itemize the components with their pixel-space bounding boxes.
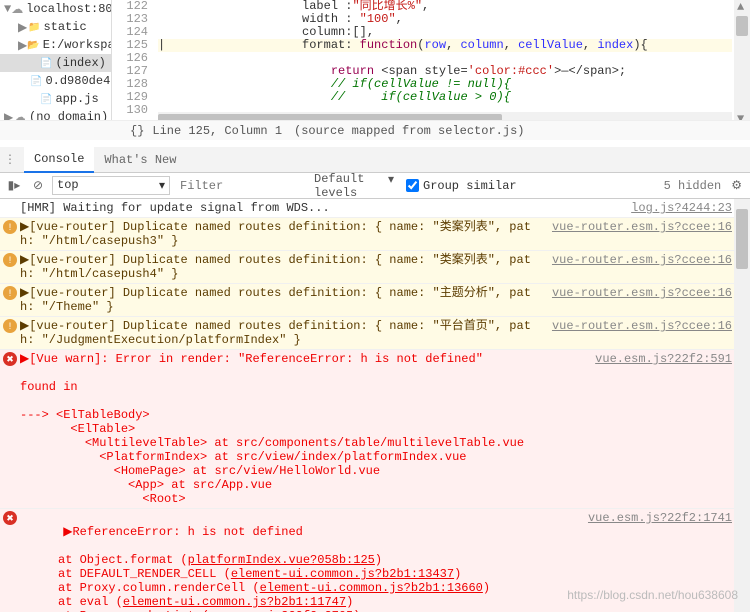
log-source-link[interactable]: vue-router.esm.js?ccee:16 (552, 253, 732, 281)
levels-label: Default levels (314, 172, 388, 200)
log-message: ▶ReferenceError: h is not defined at Obj… (20, 511, 580, 612)
warning-icon: ! (3, 253, 17, 267)
chevron-down-icon: ▾ (388, 172, 394, 200)
tree-root-label: localhost:809 (26, 2, 112, 16)
tree-item[interactable]: (index) (0, 54, 111, 72)
context-label: top (57, 178, 79, 193)
log-source-link[interactable]: log.js?4244:23 (631, 201, 732, 215)
chevron-down-icon: ▾ (159, 178, 165, 193)
log-source-link[interactable]: vue-router.esm.js?ccee:16 (552, 286, 732, 314)
log-message: ▶[vue-router] Duplicate named routes def… (20, 319, 544, 347)
code-editor[interactable]: 122123124125126127128129130 label :"同比增长… (112, 0, 750, 126)
log-source-link[interactable]: vue.esm.js?22f2:591 (595, 352, 732, 506)
group-similar-checkbox[interactable] (406, 179, 419, 192)
toggle-sidebar-icon[interactable]: ▮▸ (4, 178, 24, 193)
line-gutter: 122123124125126127128129130 (112, 0, 158, 117)
stack-link[interactable]: element-ui.common.js?b2b1:11747 (123, 595, 346, 609)
file-icon (40, 56, 55, 70)
vscroll-thumb[interactable] (736, 16, 748, 36)
warning-icon: ! (3, 286, 17, 300)
gear-icon[interactable]: ⚙ (731, 178, 742, 193)
file-tree[interactable]: ▼localhost:809 ▶static▶E:/workspac (index… (0, 0, 112, 126)
error-icon: ✖ (3, 352, 17, 366)
log-error[interactable]: ✖▶[Vue warn]: Error in render: "Referenc… (0, 350, 750, 509)
group-similar-label: Group similar (423, 179, 517, 193)
drag-handle-icon[interactable]: ⋮ (4, 152, 16, 167)
error-icon: ✖ (3, 511, 17, 525)
filter-input[interactable] (176, 177, 306, 195)
log-info[interactable]: [HMR] Waiting for update signal from WDS… (0, 199, 750, 218)
stack-link[interactable]: platformIndex.vue?058b:125 (188, 553, 375, 567)
tab-console[interactable]: Console (24, 147, 94, 173)
tab-whats-new[interactable]: What's New (94, 147, 186, 173)
source-map-info: (source mapped from selector.js) (294, 124, 524, 138)
tree-item-label: static (43, 20, 86, 34)
tree-item[interactable]: ▶E:/workspac (0, 36, 111, 54)
stack-link[interactable]: element-ui.common.js?b2b1:13660 (260, 581, 483, 595)
tree-item[interactable]: app.js (0, 90, 111, 108)
console-log[interactable]: [HMR] Waiting for update signal from WDS… (0, 199, 750, 612)
log-source-link[interactable]: vue-router.esm.js?ccee:16 (552, 220, 732, 248)
tree-item-label: E:/workspac (43, 38, 112, 52)
warning-icon: ! (3, 319, 17, 333)
cloud-icon (11, 2, 26, 17)
warning-icon: ! (3, 220, 17, 234)
context-selector[interactable]: top ▾ (52, 176, 170, 195)
log-level-selector[interactable]: Default levels▾ (314, 172, 394, 200)
log-vscroll[interactable] (734, 199, 750, 612)
code-area[interactable]: label :"同比增长%", width : "100", column:[]… (158, 0, 732, 117)
editor-vscroll[interactable]: ▲▼ (734, 0, 750, 126)
hidden-messages[interactable]: 5 hidden (664, 179, 722, 193)
tree-item[interactable]: 0.d980de46 (0, 72, 111, 90)
log-warning[interactable]: !▶[vue-router] Duplicate named routes de… (0, 218, 750, 251)
tree-root[interactable]: ▼localhost:809 (0, 0, 111, 18)
log-message: ▶[vue-router] Duplicate named routes def… (20, 220, 544, 248)
panel-tabs: ⋮ Console What's New (0, 147, 750, 173)
stack-link[interactable]: element-ui.common.js?b2b1:13437 (231, 567, 454, 581)
editor-status-bar: {} Line 125, Column 1 (source mapped fro… (0, 120, 750, 140)
folder-o-icon (27, 38, 42, 52)
vscroll-thumb[interactable] (736, 209, 748, 269)
file-icon (30, 74, 45, 88)
log-warning[interactable]: !▶[vue-router] Duplicate named routes de… (0, 251, 750, 284)
folder-icon (28, 20, 43, 34)
log-warning[interactable]: !▶[vue-router] Duplicate named routes de… (0, 284, 750, 317)
log-source-link[interactable]: vue-router.esm.js?ccee:16 (552, 319, 732, 347)
log-message: ▶[vue-router] Duplicate named routes def… (20, 253, 544, 281)
log-message: ▶[Vue warn]: Error in render: "Reference… (20, 352, 587, 506)
log-warning[interactable]: !▶[vue-router] Duplicate named routes de… (0, 317, 750, 350)
watermark: https://blog.csdn.net/hou638608 (567, 588, 738, 602)
tree-item-label: 0.d980de46 (45, 74, 112, 88)
clear-console-icon[interactable]: ⊘ (28, 178, 48, 193)
tree-item-label: app.js (55, 92, 98, 106)
log-message: [HMR] Waiting for update signal from WDS… (20, 201, 623, 215)
tree-item-label: (index) (55, 56, 105, 70)
log-message: ▶[vue-router] Duplicate named routes def… (20, 286, 544, 314)
console-toolbar: ▮▸ ⊘ top▾ Default levels▾ Group similar … (0, 173, 750, 199)
cursor-position: Line 125, Column 1 (152, 124, 282, 138)
scroll-up-icon[interactable]: ▲ (737, 0, 744, 14)
tree-item[interactable]: ▶static (0, 18, 111, 36)
file-icon (40, 92, 55, 106)
